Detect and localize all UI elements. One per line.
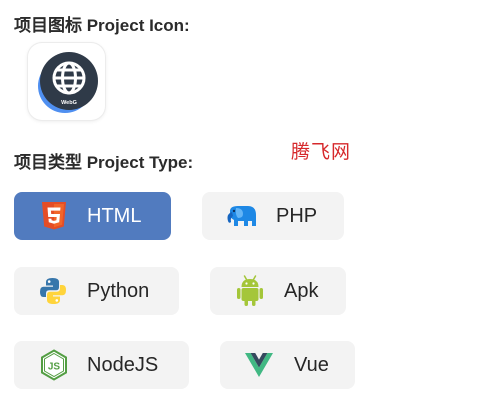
- type-option-label: NodeJS: [87, 354, 159, 376]
- type-option-python[interactable]: Python: [14, 267, 179, 315]
- vue-icon: [220, 341, 280, 389]
- type-option-nodejs[interactable]: JS NodeJS: [14, 341, 189, 389]
- html5-icon: [14, 192, 74, 240]
- type-option-label: Python: [87, 280, 150, 302]
- type-option-label: PHP: [276, 205, 318, 227]
- type-option-apk[interactable]: Apk: [210, 267, 346, 315]
- svg-text:JS: JS: [48, 362, 61, 373]
- nodejs-icon: JS: [14, 341, 74, 389]
- type-option-vue[interactable]: Vue: [220, 341, 355, 389]
- type-option-label: Apk: [284, 280, 319, 302]
- project-type-heading: 项目类型 Project Type:: [14, 153, 194, 172]
- icon-caption: WebG: [61, 100, 77, 106]
- type-option-html[interactable]: HTML: [14, 192, 171, 240]
- php-elephant-icon: [202, 192, 262, 240]
- project-icon-tile[interactable]: WebG: [28, 43, 105, 120]
- globe-app-icon: WebG: [38, 52, 98, 113]
- android-icon: [210, 267, 270, 315]
- python-icon: [14, 267, 74, 315]
- type-option-php[interactable]: PHP: [202, 192, 344, 240]
- watermark-text: 腾飞网: [291, 141, 352, 163]
- type-option-label: HTML: [87, 205, 142, 227]
- project-icon-heading: 项目图标 Project Icon:: [14, 16, 190, 35]
- type-option-label: Vue: [294, 354, 329, 376]
